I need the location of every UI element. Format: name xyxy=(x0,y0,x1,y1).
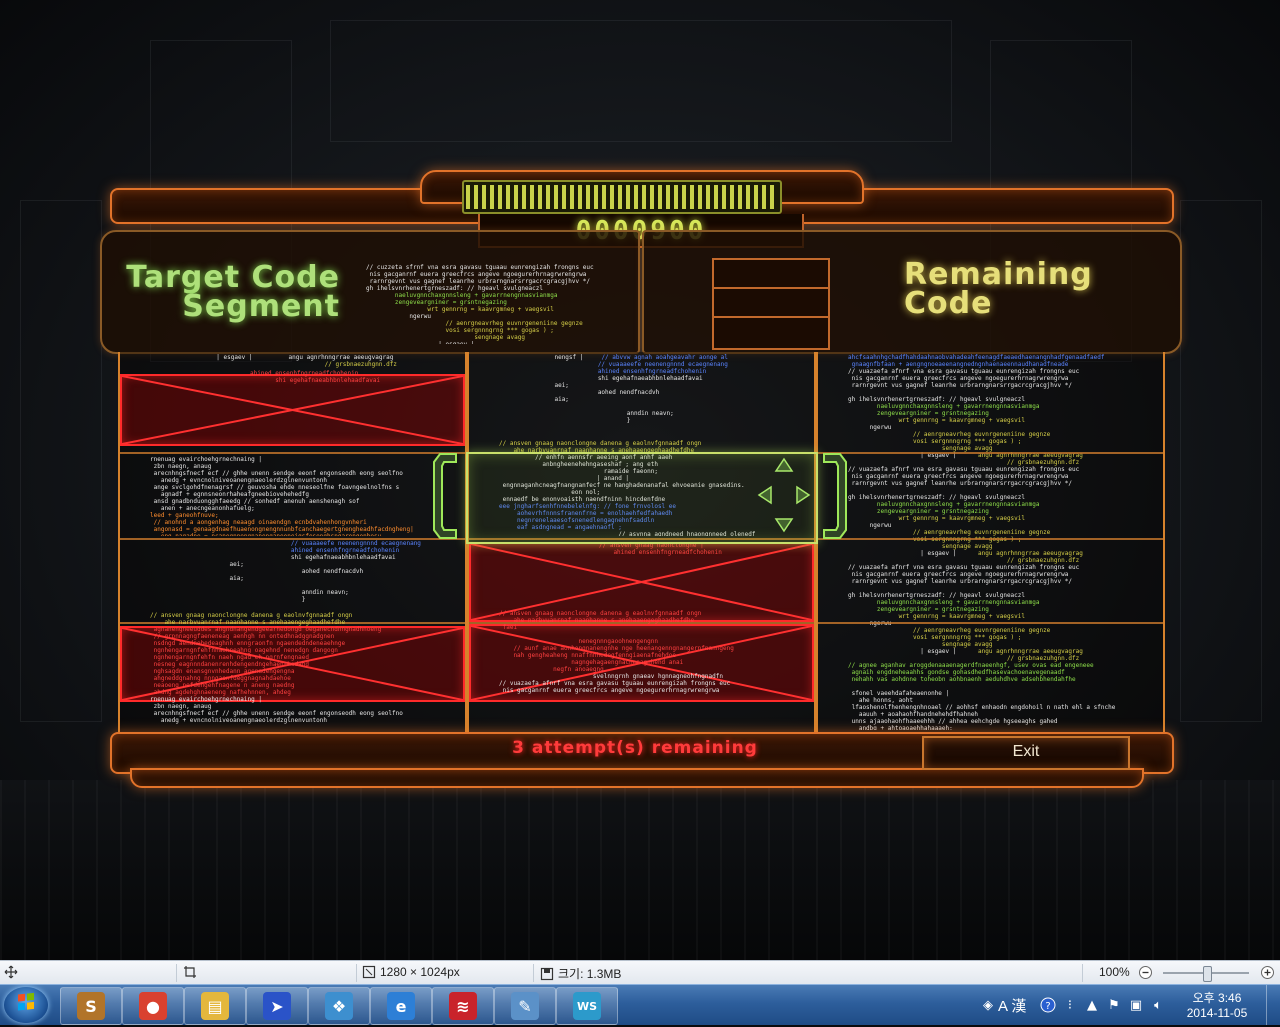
chrome-icon: ● xyxy=(139,992,167,1020)
start-button[interactable] xyxy=(4,987,48,1023)
volume-icon[interactable]: 🔈︎ xyxy=(1150,997,1166,1013)
attempts-remaining: 3 attempt(s) remaining xyxy=(512,738,758,758)
exit-label: Exit xyxy=(1012,743,1040,760)
target-code-preview: // cuzzeta sfrnf vna esra gavasu tguaau … xyxy=(366,264,594,344)
zoom-out-icon xyxy=(1139,966,1152,979)
remaining-code-title: Remaining Code xyxy=(904,257,1093,321)
zoom-level: 100% xyxy=(1099,965,1130,979)
title-line: Remaining xyxy=(904,257,1093,292)
file-size-text: 크기: 1.3MB xyxy=(558,967,622,981)
remaining-slot xyxy=(714,318,828,345)
target-code-title: Target Code Segment xyxy=(112,260,340,324)
arrow-up-icon[interactable] xyxy=(774,456,794,476)
status-divider xyxy=(356,964,357,982)
zoom-in-icon xyxy=(1261,966,1274,979)
windows-app-icon: ❖ xyxy=(325,992,353,1020)
ime-indicator[interactable]: A 漢 xyxy=(998,995,1026,1016)
show-hidden-icons[interactable]: ▲ xyxy=(1084,997,1100,1013)
show-desktop-button[interactable] xyxy=(1266,985,1280,1025)
taskbar-file-explorer-button[interactable]: ▤ xyxy=(184,987,246,1025)
image-dimensions: 1280 × 1024px xyxy=(362,965,460,979)
code-column-3: ahcfsaahnhgchadfhahdaahnaobvahadeahfeena… xyxy=(816,352,1165,734)
code-text: // vuaaaeefe neenengnnnd ecaegnenang ahi… xyxy=(229,540,421,603)
code-text: // ansven gnaag naonclongne danena g eao… xyxy=(499,610,734,694)
title-line: Target Code xyxy=(126,260,340,295)
title-line: Code xyxy=(904,286,993,321)
code-text: ahcfsaahnhgchadfhahdaahnaobvahadeahfeena… xyxy=(848,354,1116,730)
taskbar-internet-explorer-button[interactable]: e xyxy=(370,987,432,1025)
crop-icon[interactable] xyxy=(183,965,197,979)
zoom-in-button[interactable] xyxy=(1260,965,1275,980)
row-divider xyxy=(818,622,1163,624)
wall-panel xyxy=(20,200,102,722)
row-divider xyxy=(818,538,1163,540)
ceiling-panel xyxy=(330,20,952,142)
windows-taskbar: S ● ▤ ➤ ❖ e ≋ ✎ WS ◈ A 漢 ? ⁝ ▲ ⚑ ▣ 🔈︎ 오후 3:46 20… xyxy=(0,984,1280,1025)
right-bracket-icon xyxy=(823,453,847,539)
save-disk-icon xyxy=(540,967,554,980)
taskbar-red-app-button[interactable]: ≋ xyxy=(432,987,494,1025)
crop-icon xyxy=(184,966,196,978)
windows-logo-icon xyxy=(18,992,34,1011)
file-size: 크기: 1.3MB xyxy=(540,965,621,982)
network-globe-icon[interactable]: ◈ xyxy=(980,997,996,1013)
ime-options-icon[interactable]: ⁝ xyxy=(1062,997,1078,1013)
remaining-slot xyxy=(714,260,828,289)
progress-bar xyxy=(462,180,782,214)
code-column-1: ahined ensenhfngrneadfchohenin shi egeha… xyxy=(118,352,467,734)
dimensions-icon xyxy=(362,965,376,979)
action-center-flag-icon[interactable]: ⚑ xyxy=(1106,997,1122,1013)
exit-button[interactable]: Exit xyxy=(922,736,1130,770)
remaining-slots xyxy=(712,258,830,350)
network-icon[interactable]: ▣ xyxy=(1128,997,1144,1013)
zoom-out-button[interactable] xyxy=(1138,965,1153,980)
file-explorer-icon: ▤ xyxy=(201,992,229,1020)
status-divider xyxy=(1082,964,1083,982)
status-divider xyxy=(533,964,534,982)
help-icon: ? xyxy=(1040,997,1056,1013)
taskbar-chrome-button[interactable]: ● xyxy=(122,987,184,1025)
title-line: Segment xyxy=(182,289,340,324)
row-divider xyxy=(818,452,1163,454)
dimensions-text: 1280 × 1024px xyxy=(380,965,460,979)
wall-panel xyxy=(1180,200,1262,722)
status-divider xyxy=(176,964,177,982)
red-app-icon: ≋ xyxy=(449,992,477,1020)
code-text: ahined ensenhfngrneadfchohenin shi egeha… xyxy=(250,370,381,384)
compass-app-icon: ➤ xyxy=(263,992,291,1020)
clock-time[interactable]: 오후 3:46 xyxy=(1182,989,1252,1006)
code-text: nengsf | // abvvw agnah aoahgeavahr aong… xyxy=(475,354,728,424)
ws-app-icon: WS xyxy=(573,992,601,1020)
code-text: // ansven gnaag naonclongne | ahined ens… xyxy=(599,542,722,556)
taskbar-slides-app-button[interactable]: S xyxy=(60,987,122,1025)
taskbar-compass-app-button[interactable]: ➤ xyxy=(246,987,308,1025)
taskbar-paint-app-button[interactable]: ✎ xyxy=(494,987,556,1025)
zoom-slider-thumb[interactable] xyxy=(1203,966,1212,982)
code-text: | esgaev | angu agnrhnngrrae aeeugvagrag… xyxy=(126,354,397,368)
arrow-left-icon[interactable] xyxy=(756,485,776,505)
move-icon xyxy=(4,965,18,979)
paint-app-icon: ✎ xyxy=(511,992,539,1020)
row-divider xyxy=(120,452,465,454)
move-icon[interactable] xyxy=(4,965,18,979)
internet-explorer-icon: e xyxy=(387,992,415,1020)
slides-app-icon: S xyxy=(77,992,105,1020)
taskbar-windows-app-button[interactable]: ❖ xyxy=(308,987,370,1025)
left-bracket-icon xyxy=(433,453,457,539)
svg-text:?: ? xyxy=(1045,1001,1050,1012)
zoom-text: 100% xyxy=(1099,965,1130,979)
clock-date[interactable]: 2014-11-05 xyxy=(1182,1006,1252,1020)
bottom-frame-base xyxy=(130,768,1144,788)
help-icon[interactable]: ? xyxy=(1040,997,1056,1013)
taskbar-ws-app-button[interactable]: WS xyxy=(556,987,618,1025)
floor xyxy=(0,780,1280,960)
code-text: // ansven gnaag naonclongne danena g eao… xyxy=(150,612,403,724)
remaining-slot xyxy=(714,289,828,318)
arrow-down-icon[interactable] xyxy=(774,514,794,534)
arrow-right-icon[interactable] xyxy=(792,485,812,505)
viewer-status-bar: 1280 × 1024px 크기: 1.3MB 100% xyxy=(0,960,1280,985)
code-text: rnenuag evairchoehgrnechnaing | zbn naeg… xyxy=(150,456,414,536)
progress-fill xyxy=(466,185,778,209)
